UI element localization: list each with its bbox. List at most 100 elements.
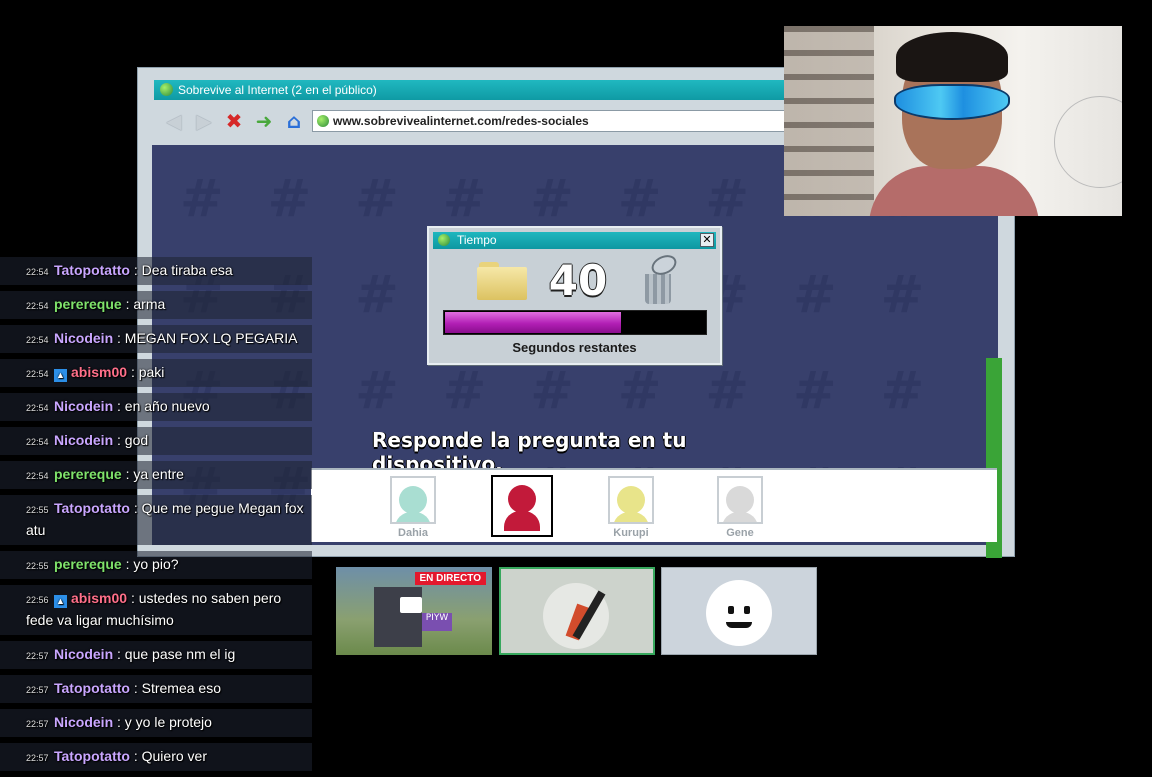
chat-text: : god [117, 432, 149, 448]
sunglasses [894, 84, 1010, 120]
chat-username[interactable]: Tatopotatto [54, 500, 130, 516]
chat-username[interactable]: Nicodein [54, 646, 113, 662]
player-avatar [390, 476, 436, 524]
avatar-body [395, 512, 431, 522]
chat-message: 22:54 Nicodein : god [0, 427, 312, 455]
chat-text: : ya entre [125, 466, 184, 482]
chat-timestamp: 22:57 [26, 651, 49, 661]
timer-dialog: Tiempo ✕ 40 Segundos restantes [427, 226, 722, 365]
chat-message: 22:54 Tatopotatto : Dea tiraba esa [0, 257, 312, 285]
person-hair [896, 32, 1008, 82]
chat-timestamp: 22:54 [26, 301, 49, 311]
address-url: www.sobrevivealinternet.com/redes-social… [333, 114, 589, 128]
player-avatar [491, 475, 553, 537]
chat-text: : yo pio? [125, 556, 179, 572]
player-name: Kurupi [613, 527, 649, 539]
chat-message: 22:57 Tatopotatto : Stremea eso [0, 675, 312, 703]
chat-username[interactable]: Tatopotatto [54, 680, 130, 696]
avatar-body [504, 511, 540, 531]
subscriber-badge-icon: ▲ [54, 595, 67, 608]
chat-username[interactable]: perereque [54, 556, 122, 572]
mini-window [374, 587, 422, 647]
avatar-head [399, 486, 427, 514]
mini-label: PIYW [422, 613, 452, 631]
close-icon[interactable]: ✕ [700, 233, 714, 247]
trash-icon [641, 251, 680, 304]
scene-thumbnail-selected[interactable] [499, 567, 655, 655]
chat-timestamp: 22:54 [26, 335, 49, 345]
chat-username[interactable]: perereque [54, 466, 122, 482]
stop-icon[interactable]: ✖ [222, 109, 246, 133]
forward-arrow-icon[interactable]: ▶ [192, 109, 216, 133]
timer-seconds: 40 [548, 256, 608, 305]
avatar-eye [744, 606, 750, 614]
chat-timestamp: 22:57 [26, 753, 49, 763]
avatar-mouth [726, 622, 752, 628]
bookshelf [784, 26, 874, 216]
go-icon[interactable]: ➜ [252, 109, 276, 133]
scene-thumbnail[interactable] [661, 567, 817, 655]
chat-text: : arma [125, 296, 166, 312]
players-bar: Dahia Kurupi Gene [311, 468, 997, 542]
chat-text: : MEGAN FOX LQ PEGARIA [117, 330, 298, 346]
avatar-body [722, 512, 758, 522]
chat-text: : que pase nm el ig [117, 646, 236, 662]
chat-timestamp: 22:54 [26, 267, 49, 277]
chat-username[interactable]: perereque [54, 296, 122, 312]
home-icon[interactable]: ⌂ [282, 109, 306, 133]
chat-timestamp: 22:55 [26, 505, 49, 515]
player-name: Gene [726, 527, 754, 539]
timer-caption: Segundos restantes [512, 340, 637, 355]
timer-progress-bar [443, 310, 707, 335]
chat-timestamp: 22:55 [26, 561, 49, 571]
timer-title: Tiempo [457, 233, 497, 247]
chat-username[interactable]: abism00 [71, 364, 127, 380]
timer-title-bar: Tiempo ✕ [433, 232, 716, 249]
chat-text: : Stremea eso [133, 680, 221, 696]
chat-overlay: 22:54 Tatopotatto : Dea tiraba esa 22:54 pe… [0, 257, 312, 777]
game-title: Sobrevive al Internet (2 en el público) [178, 83, 377, 97]
chat-timestamp: 22:57 [26, 719, 49, 729]
avatar-eye [728, 606, 734, 614]
chat-timestamp: 22:54 [26, 471, 49, 481]
avatar-body [613, 512, 649, 522]
chat-message: 22:57 Nicodein : que pase nm el ig [0, 641, 312, 669]
chat-text: : y yo le protejo [117, 714, 212, 730]
chat-message: 22:54 perereque : arma [0, 291, 312, 319]
address-bar[interactable]: www.sobrevivealinternet.com/redes-social… [312, 110, 792, 132]
player-slot-active[interactable] [491, 475, 553, 540]
back-arrow-icon[interactable]: ◀ [162, 109, 186, 133]
chat-message: 22:54 ▲ abism00 : paki [0, 359, 312, 387]
chat-message: 22:54 Nicodein : en año nuevo [0, 393, 312, 421]
avatar-head [508, 485, 536, 513]
subscriber-badge-icon: ▲ [54, 369, 67, 382]
chat-username[interactable]: Nicodein [54, 432, 113, 448]
chat-timestamp: 22:54 [26, 369, 49, 379]
scene-thumbnail-live[interactable]: PIYW EN DIRECTO [336, 567, 492, 655]
chat-username[interactable]: Nicodein [54, 398, 113, 414]
chat-username[interactable]: Nicodein [54, 714, 113, 730]
chat-timestamp: 22:54 [26, 403, 49, 413]
player-slot[interactable]: Dahia [383, 476, 443, 539]
chat-text: : Dea tiraba esa [133, 262, 233, 278]
player-slot[interactable]: Gene [710, 476, 770, 539]
chat-text: : Quiero ver [133, 748, 207, 764]
chat-username[interactable]: Tatopotatto [54, 262, 130, 278]
player-avatar [717, 476, 763, 524]
mini-screen [400, 597, 422, 613]
avatar [706, 580, 772, 646]
chat-message: 22:56 ▲ abism00 : ustedes no saben pero fe… [0, 585, 312, 635]
chat-timestamp: 22:57 [26, 685, 49, 695]
avatar [543, 583, 609, 649]
webcam-feed [784, 26, 1122, 216]
chat-username[interactable]: Nicodein [54, 330, 113, 346]
fan [1054, 96, 1122, 188]
player-avatar [608, 476, 654, 524]
chat-timestamp: 22:54 [26, 437, 49, 447]
player-slot[interactable]: Kurupi [601, 476, 661, 539]
chat-username[interactable]: Tatopotatto [54, 748, 130, 764]
player-name: Dahia [398, 527, 428, 539]
chat-username[interactable]: abism00 [71, 590, 127, 606]
chat-message: 22:57 Nicodein : y yo le protejo [0, 709, 312, 737]
chat-text: : paki [130, 364, 165, 380]
